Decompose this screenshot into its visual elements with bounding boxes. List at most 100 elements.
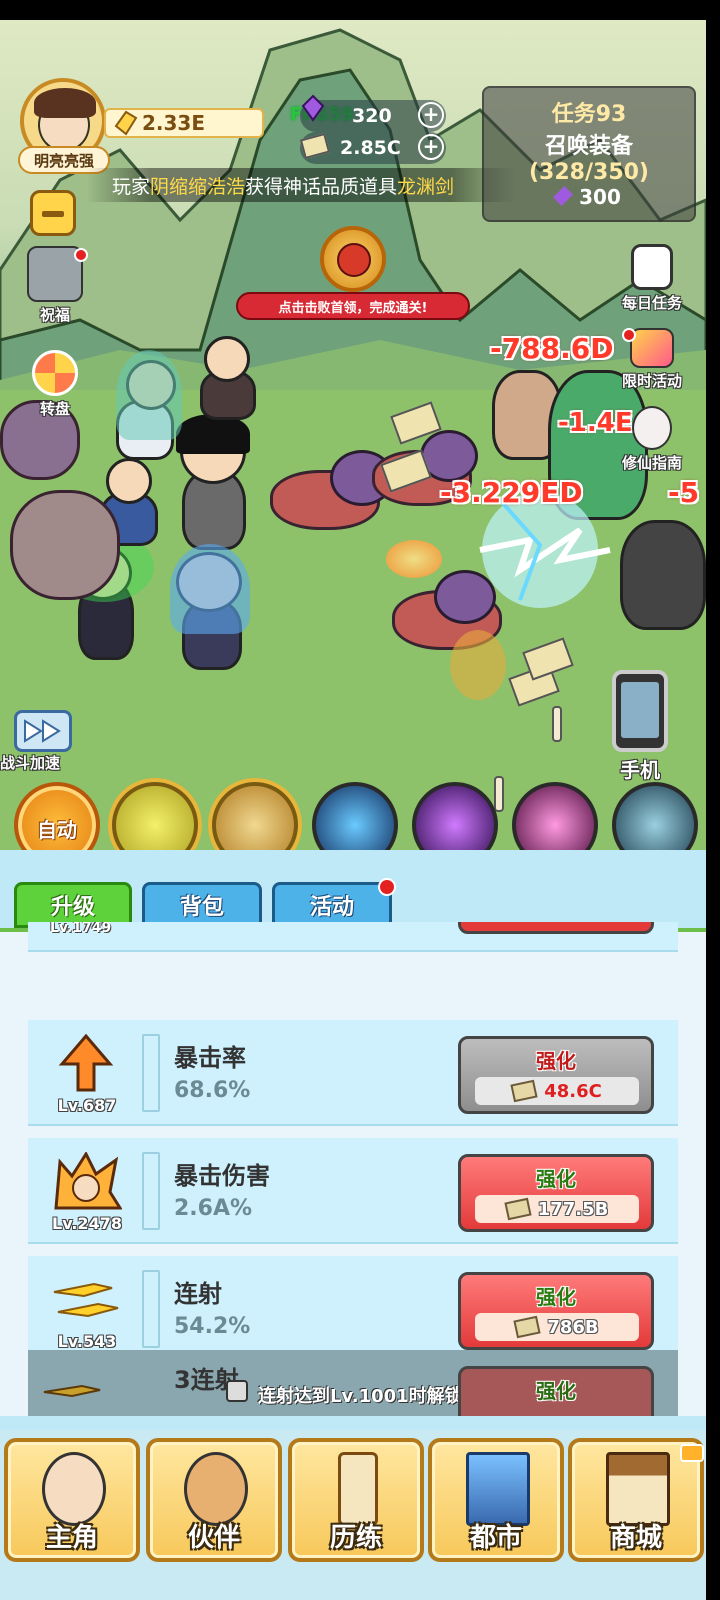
phone-button[interactable] bbox=[612, 670, 668, 752]
blessing-button[interactable]: 祝福 bbox=[22, 246, 88, 325]
cat-icon bbox=[184, 1452, 248, 1526]
crit-damage-icon bbox=[54, 1152, 122, 1210]
boss-hint-banner[interactable]: 点击击败首领，完成通关! bbox=[236, 292, 470, 320]
row-level: Lv.543 bbox=[57, 1332, 117, 1351]
quest-reward-value: 300 bbox=[579, 185, 621, 209]
quest-panel[interactable]: 任务93 召唤装备 (328/350) 300 bbox=[482, 86, 696, 222]
enemy-beast bbox=[10, 490, 120, 600]
gold-ingot-icon bbox=[114, 110, 138, 136]
row-ornament bbox=[142, 1034, 160, 1112]
list-item-partial: Lv.1749 bbox=[28, 922, 678, 952]
nav-label: 伙伴 bbox=[187, 1523, 240, 1553]
broadcast-middle: 获得神话品质道具 bbox=[245, 175, 398, 198]
daily-quest-button[interactable]: 每日任务 bbox=[610, 244, 694, 313]
quest-name: 召唤装备 bbox=[544, 134, 633, 159]
upgrade-button[interactable]: 强化 48.6C bbox=[458, 1036, 654, 1114]
add-gems-button[interactable]: + bbox=[418, 102, 444, 128]
upgrade-label: 强化 bbox=[536, 1167, 576, 1191]
upgrade-list[interactable]: Lv.1749 Lv.687 暴击率 68.6% 强化 48.6C Lv.247… bbox=[0, 922, 706, 1416]
boss-button[interactable] bbox=[320, 226, 386, 292]
list-item: Lv.543 连射 54.2% 强化 786B bbox=[28, 1256, 678, 1362]
wheel-button[interactable]: 转盘 bbox=[22, 350, 88, 419]
cash-counter: 2.85C + bbox=[299, 132, 446, 164]
upgrade-label: 强化 bbox=[536, 1049, 576, 1073]
add-cash-button[interactable]: + bbox=[418, 134, 444, 160]
cost-value: 786B bbox=[547, 1316, 599, 1338]
gem-icon bbox=[553, 186, 574, 206]
nav-city[interactable]: 都市 bbox=[428, 1438, 564, 1562]
blessing-label: 祝福 bbox=[39, 306, 70, 324]
cash-icon bbox=[513, 1315, 541, 1339]
row-level: Lv.2478 bbox=[52, 1214, 122, 1233]
quest-title: 任务93 bbox=[551, 102, 627, 127]
battle-speed-label: 战斗加速 bbox=[0, 754, 61, 772]
locked-list-item: 3连射 连射达到Lv.1001时解锁 强化 bbox=[28, 1350, 678, 1416]
broadcast-ticker: 玩家 阴缩缩浩浩 获得神话品质道具 龙渊剑 bbox=[86, 168, 516, 202]
phone-icon bbox=[621, 682, 659, 738]
cost-box: 786B bbox=[475, 1313, 639, 1341]
broadcast-item: 龙渊剑 bbox=[397, 175, 455, 198]
broadcast-player: 阴缩缩浩浩 bbox=[150, 175, 246, 198]
collapse-menu-button[interactable] bbox=[30, 190, 76, 236]
damage-number: -788.6D bbox=[490, 332, 614, 365]
hero-teal-hair-locks bbox=[116, 350, 182, 440]
upgrade-button[interactable] bbox=[458, 922, 654, 934]
cultivation-guide-button[interactable]: 修仙指南 bbox=[610, 406, 694, 473]
row-name: 暴击伤害 bbox=[174, 1162, 270, 1190]
battle-scene[interactable]: -788.6D -1.4E -3.229ED -5 明亮亮强 2.33E FPS… bbox=[0, 20, 706, 850]
quest-progress: (328/350) bbox=[529, 160, 649, 185]
nav-label: 都市 bbox=[469, 1523, 522, 1553]
row-level: Lv.687 bbox=[57, 1096, 117, 1115]
shop-stall-icon bbox=[606, 1452, 670, 1526]
multishot-icon bbox=[53, 1282, 119, 1318]
cash-value: 2.85C bbox=[340, 137, 401, 159]
gem-counter: 320 + bbox=[300, 94, 446, 132]
limited-event-button[interactable]: 限时活动 bbox=[610, 328, 694, 391]
video-ad-icon[interactable] bbox=[680, 1444, 704, 1462]
cost-box: 177.5B bbox=[475, 1195, 639, 1223]
wheel-label: 转盘 bbox=[39, 400, 70, 418]
row-value: 54.2% bbox=[174, 1314, 251, 1339]
upgrade-button-disabled: 强化 bbox=[458, 1366, 654, 1416]
row-name: 连射 bbox=[174, 1280, 222, 1308]
clipboard-icon bbox=[631, 244, 673, 290]
multishot-icon bbox=[43, 1384, 101, 1398]
gold-value: 2.33E bbox=[142, 111, 206, 135]
bone-drop bbox=[494, 776, 504, 812]
battle-speed-button[interactable] bbox=[12, 710, 74, 756]
nav-protagonist[interactable]: 主角 bbox=[4, 1438, 140, 1562]
cost-value: 48.6C bbox=[544, 1080, 602, 1102]
upgrade-button[interactable]: 强化 177.5B bbox=[458, 1154, 654, 1232]
lock-icon bbox=[226, 1380, 248, 1402]
enemy-mosquito bbox=[620, 520, 706, 630]
coin-trail bbox=[450, 630, 506, 700]
list-item: Lv.687 暴击率 68.6% 强化 48.6C bbox=[28, 1020, 678, 1126]
nav-label: 主角 bbox=[45, 1523, 98, 1553]
list-item: Lv.2478 暴击伤害 2.6A% 强化 177.5B bbox=[28, 1138, 678, 1244]
upgrade-label: 强化 bbox=[536, 1285, 576, 1309]
cost-value: 177.5B bbox=[537, 1198, 609, 1220]
row-value: 2.6A% bbox=[174, 1196, 253, 1221]
party-popper-icon bbox=[630, 328, 674, 368]
cost-box: 48.6C bbox=[475, 1077, 639, 1105]
row-name: 暴击率 bbox=[174, 1044, 246, 1072]
wheel-icon bbox=[32, 350, 78, 396]
fast-forward-icon bbox=[14, 710, 72, 752]
upgrade-button[interactable]: 强化 786B bbox=[458, 1272, 654, 1350]
hero-monk-head bbox=[106, 458, 152, 504]
cash-icon bbox=[504, 1197, 532, 1221]
broadcast-prefix: 玩家 bbox=[112, 175, 151, 198]
cultivation-guide-label: 修仙指南 bbox=[621, 454, 682, 472]
upgrade-label: 强化 bbox=[536, 1379, 576, 1403]
notification-dot bbox=[622, 328, 636, 342]
nav-partners[interactable]: 伙伴 bbox=[146, 1438, 282, 1562]
quest-reward: 300 bbox=[484, 185, 694, 209]
limited-event-label: 限时活动 bbox=[621, 372, 682, 390]
crit-rate-icon bbox=[58, 1034, 114, 1092]
auto-label: 自动 bbox=[37, 818, 77, 842]
bone-drop bbox=[552, 706, 562, 742]
nav-training[interactable]: 历练 bbox=[288, 1438, 424, 1562]
phone-label: 手机 bbox=[620, 758, 660, 782]
row-ornament bbox=[142, 1270, 160, 1348]
hero-official-head bbox=[204, 336, 250, 382]
